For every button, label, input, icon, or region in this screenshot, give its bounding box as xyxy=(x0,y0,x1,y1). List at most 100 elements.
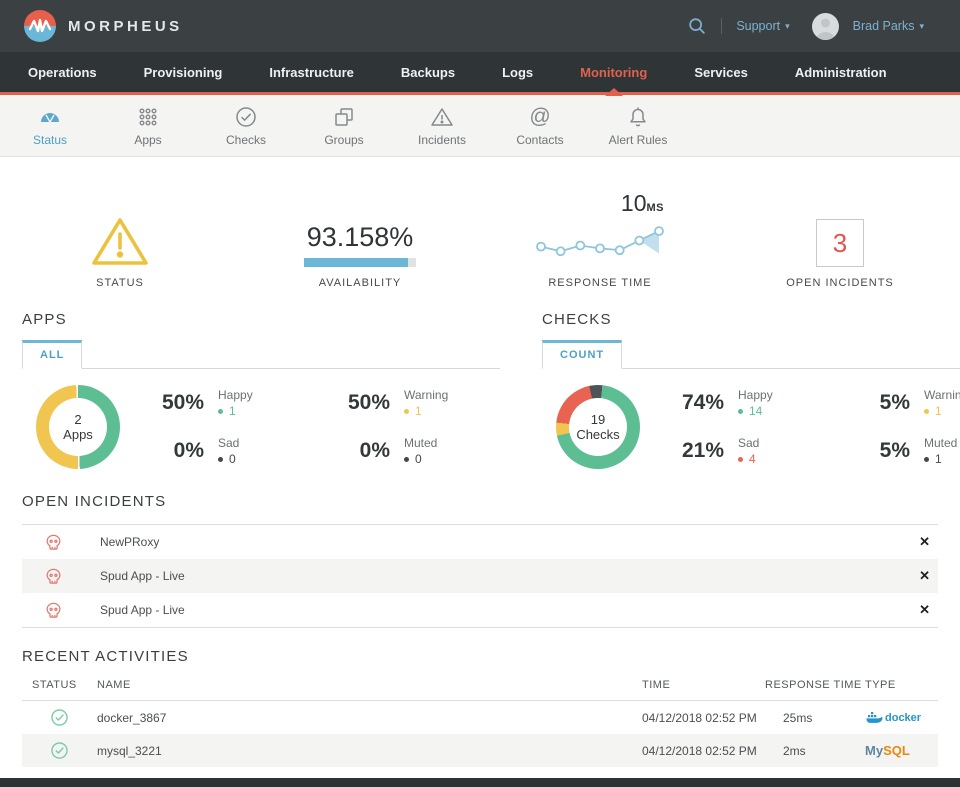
user-menu[interactable]: Brad Parks ▾ xyxy=(853,19,924,33)
activity-response-time: 2ms xyxy=(783,743,806,758)
stat-label: Warning xyxy=(924,388,960,402)
close-incident-button[interactable]: ✕ xyxy=(919,534,938,550)
stat-sad: Sad 0 xyxy=(218,436,314,466)
status-dot xyxy=(924,408,929,414)
checks-count: 19 xyxy=(590,412,606,427)
topbar-actions: Support ▾ Brad Parks ▾ xyxy=(687,12,924,40)
activity-time: 04/12/2018 02:52 PM xyxy=(642,710,757,725)
status-dot xyxy=(924,456,929,462)
subnav-item-status[interactable]: Status xyxy=(14,104,86,147)
bell-icon xyxy=(626,104,650,130)
morpheus-logo-icon xyxy=(24,10,56,42)
recent-activities-title: RECENT ACTIVITIES xyxy=(22,648,189,665)
nav-item-administration[interactable]: Administration xyxy=(795,52,887,93)
status-summary: STATUS 93.158% AVAILABILITY 10MS RESPONS… xyxy=(0,157,960,295)
stat-percent: 0% xyxy=(359,439,390,462)
active-tab-arrow-icon xyxy=(604,87,623,96)
open-incidents-title: OPEN INCIDENTS xyxy=(22,493,167,510)
activity-row[interactable]: mysql_3221 04/12/2018 02:52 PM 2ms MySQL xyxy=(22,734,938,767)
search-icon[interactable] xyxy=(687,16,707,36)
tab-all[interactable]: ALL xyxy=(22,340,83,369)
response-time-label: RESPONSE TIME xyxy=(548,277,652,289)
nav-item-infrastructure[interactable]: Infrastructure xyxy=(269,52,354,93)
activity-row[interactable]: docker_3867 04/12/2018 02:52 PM 25ms doc… xyxy=(22,701,938,734)
brand[interactable]: MORPHEUS xyxy=(24,10,183,42)
nav-item-provisioning[interactable]: Provisioning xyxy=(144,52,223,93)
open-incidents-box: 3 xyxy=(816,219,864,267)
incident-row[interactable]: Spud App - Live ✕ xyxy=(22,559,938,593)
nav-item-label: Monitoring xyxy=(580,64,648,80)
warning-triangle-icon xyxy=(430,104,454,130)
subnav-label: Alert Rules xyxy=(608,133,668,147)
subnav-item-checks[interactable]: Checks xyxy=(210,104,282,147)
success-check-icon xyxy=(50,708,69,727)
user-name: Brad Parks xyxy=(852,19,915,33)
stat-percent: 50% xyxy=(347,391,390,414)
chevron-down-icon: ▾ xyxy=(919,20,924,31)
avatar[interactable] xyxy=(811,12,839,40)
stat-count-value: 14 xyxy=(749,404,763,418)
subnav-item-apps[interactable]: Apps xyxy=(112,104,184,147)
availability-progress-bar xyxy=(304,258,416,267)
stat-count-value: 0 xyxy=(415,452,422,466)
recent-activities-section: RECENT ACTIVITIES STATUS NAME TIME RESPO… xyxy=(0,648,960,767)
tab-count[interactable]: COUNT xyxy=(542,340,623,369)
incident-row[interactable]: NewPRoxy ✕ xyxy=(22,525,938,559)
subnav-item-groups[interactable]: Groups xyxy=(308,104,380,147)
open-incidents-label: OPEN INCIDENTS xyxy=(786,277,894,289)
subnav-label: Incidents xyxy=(417,133,467,147)
column-type: TYPE xyxy=(865,679,896,691)
mysql-logo-my: My xyxy=(865,743,884,758)
stat-count-value: 1 xyxy=(935,452,942,466)
stat-percent: 74% xyxy=(681,391,724,414)
subnav-item-alert-rules[interactable]: Alert Rules xyxy=(602,104,674,147)
stat-count-value: 4 xyxy=(749,452,756,466)
apps-stats: 50% Happy 1 50% Warning 1 0% Sad 0 0% Mu… xyxy=(142,388,500,466)
apps-body: 2 Apps 50% Happy 1 50% Warning 1 0% Sad … xyxy=(22,385,500,469)
open-incidents-section: OPEN INCIDENTS NewPRoxy ✕ Spud App - Liv… xyxy=(0,493,960,628)
nav-item-backups[interactable]: Backups xyxy=(401,52,455,93)
stat-label: Warning xyxy=(404,388,449,402)
stat-label: Muted xyxy=(924,436,958,450)
availability-label: AVAILABILITY xyxy=(318,277,402,289)
incident-row[interactable]: Spud App - Live ✕ xyxy=(22,593,938,627)
support-menu[interactable]: Support ▾ xyxy=(736,19,789,33)
mysql-logo: MySQL xyxy=(865,743,938,758)
apps-count: 2 xyxy=(74,412,82,427)
apps-panel: APPS ALL 2 Apps 50% Happy 1 50% Warning … xyxy=(0,303,520,469)
morpheus-dashboard: MORPHEUS Support ▾ Brad Parks ▾ Operatio… xyxy=(0,0,960,787)
response-time-number: 10 xyxy=(620,190,647,216)
status-dot xyxy=(404,408,409,414)
stat-count-value: 1 xyxy=(229,404,236,418)
stat-percent: 21% xyxy=(681,439,724,462)
incident-name: NewPRoxy xyxy=(100,535,160,549)
availability-progress-fill xyxy=(304,258,409,267)
close-incident-button[interactable]: ✕ xyxy=(919,568,938,584)
stat-happy: Happy 14 xyxy=(738,388,834,418)
subnav-label: Groups xyxy=(324,133,364,147)
bottom-bar xyxy=(0,778,960,787)
stat-count-value: 0 xyxy=(229,452,236,466)
skull-icon xyxy=(44,601,63,620)
stat-warning: Warning 1 xyxy=(404,388,500,418)
stat-muted: Muted 1 xyxy=(924,436,960,466)
nav-item-services[interactable]: Services xyxy=(694,52,748,93)
apps-checks-panels: APPS ALL 2 Apps 50% Happy 1 50% Warning … xyxy=(0,303,960,469)
nav-item-operations[interactable]: Operations xyxy=(28,52,97,93)
availability-value: 93.158% xyxy=(306,222,414,252)
activity-name: mysql_3221 xyxy=(97,743,162,758)
column-name: NAME xyxy=(97,679,131,691)
activity-time: 04/12/2018 02:52 PM xyxy=(642,743,757,758)
column-time: TIME xyxy=(642,679,671,691)
divider xyxy=(721,18,723,34)
subnav-item-incidents[interactable]: Incidents xyxy=(406,104,478,147)
nav-item-monitoring[interactable]: Monitoring xyxy=(580,52,648,96)
open-incidents-table: NewPRoxy ✕ Spud App - Live ✕ Spud App - … xyxy=(22,524,938,628)
close-incident-button[interactable]: ✕ xyxy=(919,602,938,618)
status-dot xyxy=(738,456,743,462)
response-time-sparkline xyxy=(534,217,666,267)
column-status: STATUS xyxy=(32,679,77,691)
nav-item-logs[interactable]: Logs xyxy=(502,52,533,93)
docker-logo-text: docker xyxy=(885,711,922,724)
subnav-item-contacts[interactable]: @ Contacts xyxy=(504,104,576,147)
